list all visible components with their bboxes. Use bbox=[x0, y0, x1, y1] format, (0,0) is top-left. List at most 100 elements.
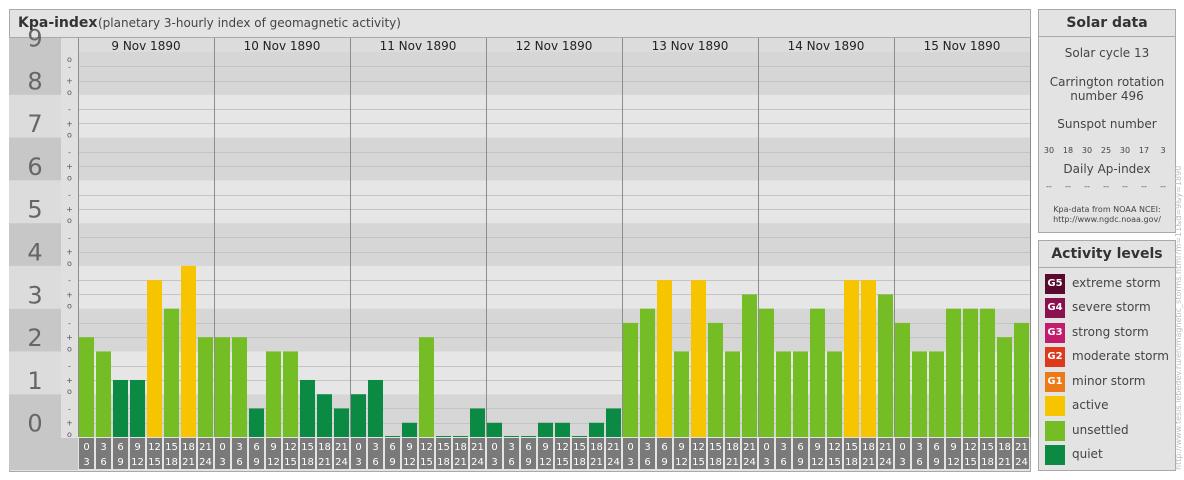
hour-label-end: 15 bbox=[556, 457, 569, 468]
kp-bar bbox=[198, 337, 213, 437]
ap-index-value: -- bbox=[1103, 182, 1109, 191]
ap-index-value: -- bbox=[1065, 182, 1071, 191]
legend-swatch bbox=[1045, 421, 1065, 441]
hour-label-end: 12 bbox=[811, 457, 824, 468]
hour-label-start: 18 bbox=[998, 442, 1011, 453]
hour-label-end: 24 bbox=[1015, 457, 1028, 468]
hour-label-start: 15 bbox=[573, 442, 586, 453]
sunspot-values: 30 18 30 25 30 17 3 bbox=[1039, 146, 1175, 158]
hour-label-end: 15 bbox=[148, 457, 161, 468]
hour-label-end: 24 bbox=[471, 457, 484, 468]
legend-label: quiet bbox=[1072, 447, 1103, 461]
hour-label-start: 0 bbox=[355, 442, 361, 453]
day-header: 14 Nov 1890 bbox=[788, 39, 865, 53]
sunspot-value: 30 bbox=[1081, 146, 1093, 155]
kp-bar bbox=[963, 308, 978, 437]
hour-label-start: 0 bbox=[491, 442, 497, 453]
hour-label-end: 21 bbox=[998, 457, 1011, 468]
hour-label-end: 15 bbox=[828, 457, 841, 468]
day-header: 11 Nov 1890 bbox=[380, 39, 457, 53]
y-minor-mark: o bbox=[67, 88, 72, 97]
sunspot-value: 17 bbox=[1138, 146, 1150, 155]
chart-title: Kpa-index bbox=[18, 15, 97, 31]
kp-bar bbox=[385, 436, 400, 437]
hour-label-start: 0 bbox=[219, 442, 225, 453]
y-tick-label: 7 bbox=[27, 110, 42, 138]
y-minor-mark: + bbox=[66, 119, 73, 128]
hour-label-end: 6 bbox=[916, 457, 922, 468]
hour-label-start: 6 bbox=[389, 442, 395, 453]
hour-label-start: 18 bbox=[454, 442, 467, 453]
kp-bar bbox=[402, 422, 417, 437]
hour-label-start: 0 bbox=[899, 442, 905, 453]
hour-label-end: 18 bbox=[845, 457, 858, 468]
kp-bar bbox=[640, 308, 655, 437]
y-minor-mark: + bbox=[66, 77, 73, 86]
hour-label-start: 3 bbox=[236, 442, 242, 453]
hour-label-end: 21 bbox=[318, 457, 331, 468]
hour-label-end: 12 bbox=[403, 457, 416, 468]
hour-label-start: 6 bbox=[797, 442, 803, 453]
hour-label-end: 21 bbox=[182, 457, 195, 468]
hour-label-start: 21 bbox=[335, 442, 348, 453]
hour-label-end: 12 bbox=[675, 457, 688, 468]
hour-label-end: 3 bbox=[627, 457, 633, 468]
hour-label-end: 18 bbox=[709, 457, 722, 468]
y-minor-mark: - bbox=[68, 148, 71, 157]
kp-bar bbox=[555, 422, 570, 437]
y-minor-mark: + bbox=[66, 290, 73, 299]
y-minor-mark: - bbox=[68, 105, 71, 114]
y-minor-mark: o bbox=[67, 173, 72, 182]
legend-swatch: G4 bbox=[1045, 298, 1065, 318]
legend-swatch: G1 bbox=[1045, 372, 1065, 392]
day-header: 12 Nov 1890 bbox=[516, 39, 593, 53]
hour-label-start: 15 bbox=[437, 442, 450, 453]
y-minor-mark: o bbox=[67, 55, 72, 64]
kp-bar bbox=[589, 422, 604, 437]
hour-label-end: 21 bbox=[862, 457, 875, 468]
sunspot-value: 25 bbox=[1100, 146, 1112, 155]
y-minor-mark: - bbox=[68, 233, 71, 242]
hour-label-end: 9 bbox=[117, 457, 123, 468]
y-minor-mark: - bbox=[68, 362, 71, 371]
legend-label: strong storm bbox=[1072, 325, 1149, 339]
kp-bar bbox=[912, 351, 927, 437]
hour-label-end: 9 bbox=[661, 457, 667, 468]
hour-label-start: 15 bbox=[301, 442, 314, 453]
kp-bar bbox=[742, 294, 757, 437]
kp-bar bbox=[572, 436, 587, 437]
hour-label-start: 3 bbox=[916, 442, 922, 453]
hour-label-end: 18 bbox=[437, 457, 450, 468]
plot-band bbox=[78, 137, 1030, 181]
day-header: 10 Nov 1890 bbox=[244, 39, 321, 53]
kp-bar bbox=[368, 379, 383, 437]
hour-label-start: 9 bbox=[134, 442, 140, 453]
kp-bar bbox=[1014, 322, 1029, 437]
kp-bar bbox=[181, 265, 196, 437]
legend-swatch: G2 bbox=[1045, 347, 1065, 367]
hour-label-end: 24 bbox=[743, 457, 756, 468]
hour-label-start: 12 bbox=[420, 442, 433, 453]
hour-label-end: 24 bbox=[879, 457, 892, 468]
legend-swatch bbox=[1045, 445, 1065, 465]
legend-swatch: G3 bbox=[1045, 323, 1065, 343]
hour-label-end: 3 bbox=[83, 457, 89, 468]
kp-bar bbox=[674, 351, 689, 437]
hour-label-start: 9 bbox=[814, 442, 820, 453]
hour-label-end: 24 bbox=[607, 457, 620, 468]
hour-label-end: 9 bbox=[253, 457, 259, 468]
hour-label-start: 21 bbox=[607, 442, 620, 453]
kp-bar bbox=[147, 280, 162, 437]
hour-label-start: 9 bbox=[406, 442, 412, 453]
activity-levels-title: Activity levels bbox=[1039, 241, 1175, 268]
data-source-link[interactable]: http://www.ngdc.noaa.gov/ bbox=[1039, 215, 1175, 224]
kp-bar bbox=[606, 408, 621, 437]
y-tick-label: 8 bbox=[27, 67, 42, 95]
hour-label-end: 21 bbox=[726, 457, 739, 468]
y-minor-mark: - bbox=[68, 404, 71, 413]
hour-label-end: 15 bbox=[284, 457, 297, 468]
plot-band bbox=[78, 52, 1030, 95]
hour-label-start: 0 bbox=[763, 442, 769, 453]
y-tick-label: 5 bbox=[27, 196, 42, 224]
hour-label-start: 12 bbox=[148, 442, 161, 453]
